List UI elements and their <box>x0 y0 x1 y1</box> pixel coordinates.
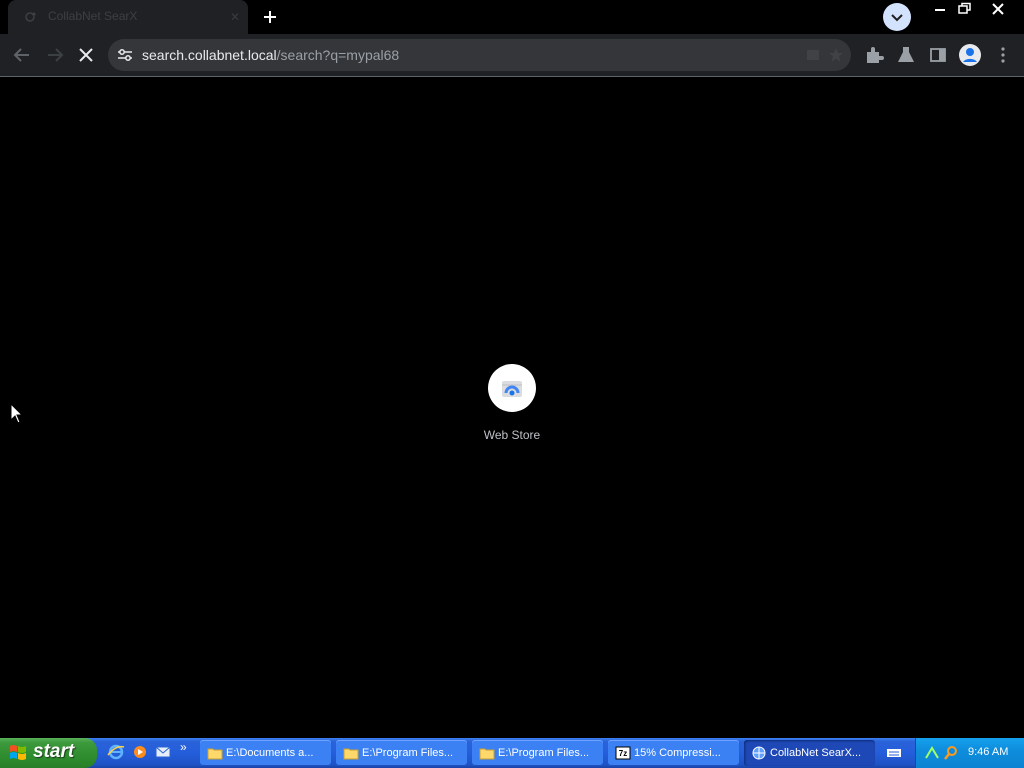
extensions-icon[interactable] <box>862 43 886 67</box>
web-store-icon <box>502 381 522 397</box>
taskbar: start » E:\Documents a... E:\Program Fil… <box>0 738 1024 768</box>
browser-globe-icon <box>752 746 766 760</box>
clock: 9:46 AM <box>968 746 1009 758</box>
network-icon[interactable] <box>924 745 940 761</box>
taskbar-button-label: E:\Program Files... <box>498 747 590 759</box>
menu-kebab-icon[interactable] <box>991 43 1015 67</box>
folder-icon <box>207 748 223 760</box>
browser-toolbar: search.collabnet.local/search?q=mypal68 <box>0 34 1024 77</box>
minimize-icon[interactable] <box>926 0 954 18</box>
forward-arrow-icon[interactable] <box>41 41 69 69</box>
new-tab-icon[interactable] <box>256 3 284 31</box>
taskbar-button-label: 15% Compressi... <box>634 747 721 759</box>
stop-loading-icon[interactable] <box>72 41 100 69</box>
taskbar-button-label: CollabNet SearX... <box>770 747 862 759</box>
side-panel-icon[interactable] <box>926 43 950 67</box>
media-player-icon[interactable] <box>131 743 149 761</box>
tab-search-button[interactable] <box>883 3 911 31</box>
taskbar-button-collabnet-searx[interactable]: CollabNet SearX... <box>744 740 875 766</box>
labs-flask-icon[interactable] <box>894 43 918 67</box>
system-tray: 9:46 AM <box>915 738 1024 768</box>
start-button[interactable]: start <box>0 738 97 768</box>
shortcut-tile-label[interactable]: Web Store <box>452 428 572 442</box>
mouse-cursor-icon <box>10 403 24 424</box>
address-bar[interactable]: search.collabnet.local/search?q=mypal68 <box>108 39 851 71</box>
folder-icon <box>479 748 495 760</box>
profile-avatar-icon[interactable] <box>958 43 982 67</box>
search-icon[interactable] <box>943 745 959 761</box>
folder-icon <box>343 748 359 760</box>
restore-icon[interactable] <box>951 0 979 18</box>
site-info-icon[interactable] <box>117 48 133 62</box>
start-label: start <box>33 741 75 762</box>
taskbar-button-7zip[interactable]: 7z 15% Compressi... <box>608 740 739 766</box>
url-text[interactable]: search.collabnet.local/search?q=mypal68 <box>142 47 399 63</box>
svg-text:7z: 7z <box>619 749 627 758</box>
tab-title: CollabNet SearX <box>48 9 138 23</box>
chevron-down-icon <box>891 14 903 22</box>
windows-logo-icon <box>10 745 26 760</box>
taskbar-button-label: E:\Documents a... <box>226 747 314 759</box>
keyboard-language-icon[interactable] <box>885 745 903 761</box>
url-host: search.collabnet.local <box>142 47 277 63</box>
tab-strip: CollabNet SearX ✕ <box>0 0 1024 34</box>
back-arrow-icon[interactable] <box>8 41 36 69</box>
url-path: /search?q=mypal68 <box>276 47 400 63</box>
outlook-express-icon[interactable] <box>154 743 172 761</box>
tab-favicon-icon <box>25 12 36 22</box>
taskbar-button-program-files-2[interactable]: E:\Program Files... <box>472 740 603 766</box>
quicklaunch-more-icon[interactable]: » <box>180 740 187 754</box>
share-icon[interactable] <box>805 47 821 63</box>
shortcut-tile-web-store[interactable] <box>488 364 536 412</box>
7zip-icon: 7z <box>615 746 631 760</box>
internet-explorer-icon[interactable] <box>107 743 125 761</box>
tab-close-icon[interactable]: ✕ <box>228 10 242 24</box>
taskbar-button-documents[interactable]: E:\Documents a... <box>200 740 331 766</box>
page-content: Web Store <box>0 77 1024 737</box>
taskbar-button-program-files-1[interactable]: E:\Program Files... <box>336 740 467 766</box>
bookmark-star-icon[interactable] <box>828 47 844 63</box>
browser-tab[interactable]: CollabNet SearX ✕ <box>8 0 248 34</box>
taskbar-button-label: E:\Program Files... <box>362 747 454 759</box>
close-window-icon[interactable] <box>984 0 1012 18</box>
